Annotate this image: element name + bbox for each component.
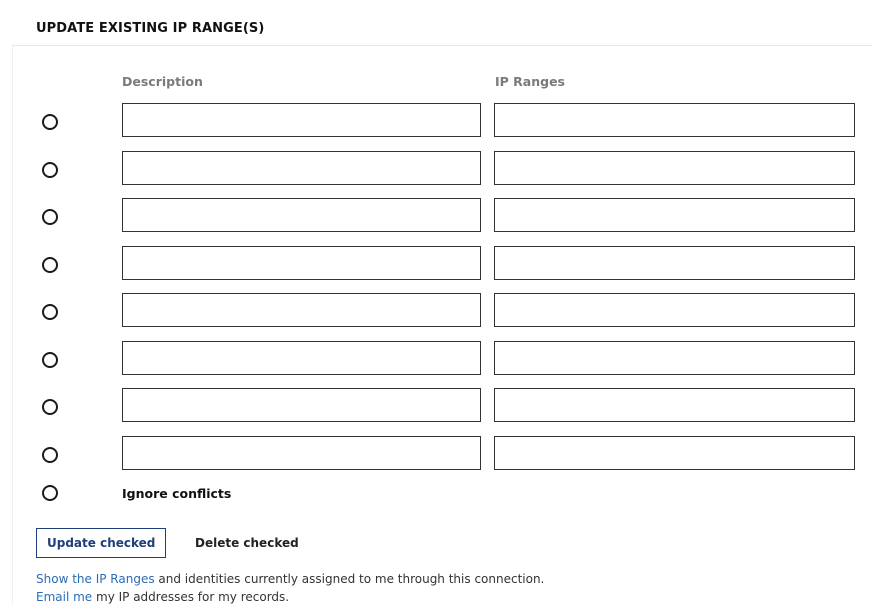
ip-range-input[interactable]	[494, 151, 855, 185]
description-column-header: Description	[122, 74, 203, 89]
ip-range-row	[0, 293, 872, 329]
description-input[interactable]	[122, 151, 481, 185]
description-input[interactable]	[122, 436, 481, 470]
ip-range-row	[0, 151, 872, 187]
description-input[interactable]	[122, 103, 481, 137]
ignore-conflicts-radio[interactable]	[42, 485, 58, 501]
update-ip-ranges-page: UPDATE EXISTING IP RANGE(S) Description …	[0, 0, 872, 610]
row-select-radio[interactable]	[42, 257, 58, 273]
description-input[interactable]	[122, 293, 481, 327]
ip-range-row	[0, 436, 872, 472]
email-me-text: my IP addresses for my records.	[92, 590, 290, 604]
ip-range-input[interactable]	[494, 246, 855, 280]
section-title: UPDATE EXISTING IP RANGE(S)	[36, 21, 265, 36]
row-select-radio[interactable]	[42, 304, 58, 320]
row-select-radio[interactable]	[42, 114, 58, 130]
row-select-radio[interactable]	[42, 209, 58, 225]
ip-range-input[interactable]	[494, 388, 855, 422]
row-select-radio[interactable]	[42, 162, 58, 178]
ignore-conflicts-label: Ignore conflicts	[122, 486, 232, 501]
show-ip-ranges-link[interactable]: Show the IP Ranges	[36, 572, 155, 586]
ip-range-row	[0, 341, 872, 377]
email-me-link[interactable]: Email me	[36, 590, 92, 604]
email-me-line: Email me my IP addresses for my records.	[36, 590, 289, 604]
ip-range-row	[0, 388, 872, 424]
row-select-radio[interactable]	[42, 447, 58, 463]
title-divider	[12, 45, 872, 46]
description-input[interactable]	[122, 341, 481, 375]
description-input[interactable]	[122, 198, 481, 232]
ip-range-row	[0, 198, 872, 234]
row-select-radio[interactable]	[42, 399, 58, 415]
ip-range-row	[0, 246, 872, 282]
ip-ranges-column-header: IP Ranges	[495, 74, 565, 89]
description-input[interactable]	[122, 246, 481, 280]
show-ip-ranges-text: and identities currently assigned to me …	[154, 572, 545, 586]
update-checked-button[interactable]: Update checked	[36, 528, 167, 558]
show-ip-ranges-line: Show the IP Ranges and identities curren…	[36, 572, 544, 586]
ip-range-input[interactable]	[494, 198, 855, 232]
ignore-conflicts-row: Ignore conflicts	[0, 482, 872, 506]
ip-range-row	[0, 103, 872, 139]
ip-range-input[interactable]	[494, 293, 855, 327]
ip-range-input[interactable]	[494, 436, 855, 470]
ip-range-input[interactable]	[494, 103, 855, 137]
row-select-radio[interactable]	[42, 352, 58, 368]
description-input[interactable]	[122, 388, 481, 422]
ip-range-input[interactable]	[494, 341, 855, 375]
delete-checked-button[interactable]: Delete checked	[185, 528, 309, 558]
